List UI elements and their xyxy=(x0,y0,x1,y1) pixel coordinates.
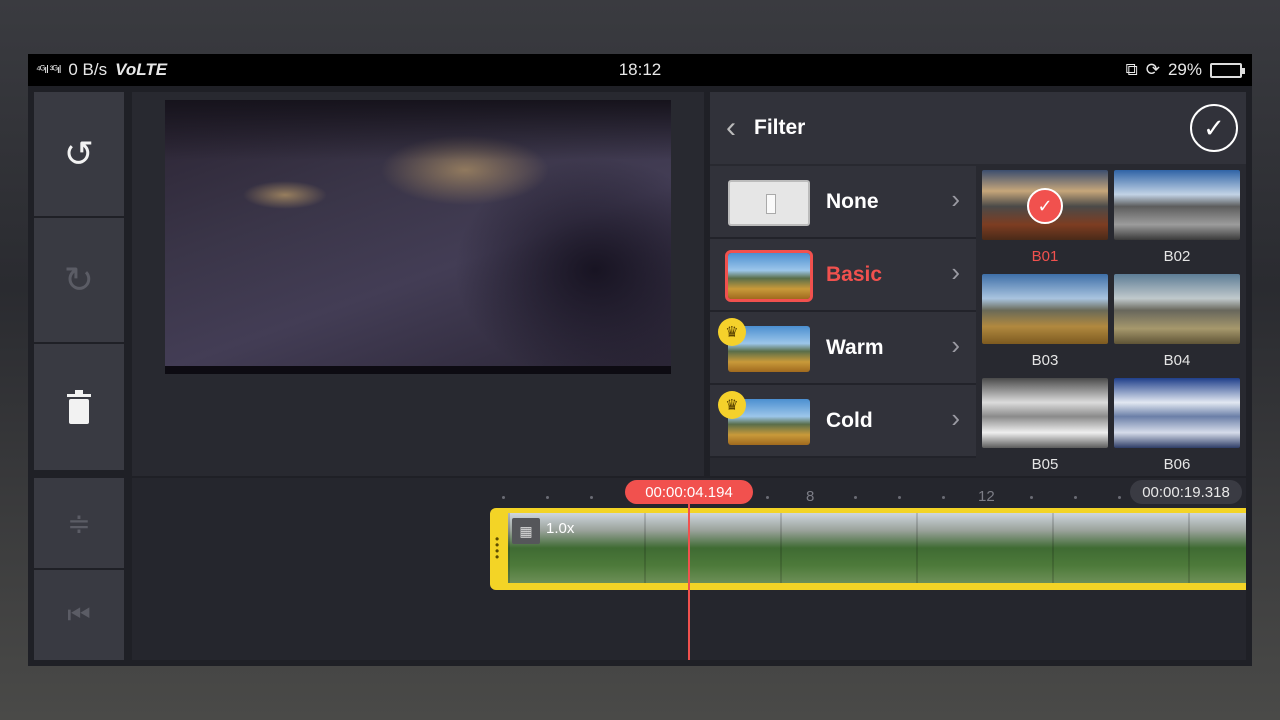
timeline-dot xyxy=(898,496,901,499)
video-clip[interactable]: • • • • ▦ 1.0x xyxy=(490,508,1246,590)
clip-thumbnails xyxy=(508,513,1246,583)
timeline-tick: 12 xyxy=(978,488,995,505)
timeline[interactable]: 8 12 00:00:04.194 00:00:19.318 • • • • ▦ 1.… xyxy=(132,478,1246,660)
timeline-dot xyxy=(590,496,593,499)
redo-icon: ↻ xyxy=(63,259,95,300)
filter-preset-b01[interactable]: ✓ B01 xyxy=(982,170,1108,274)
filter-preset-grid: ✓ B01 B02 B03 B04 B05 B06 xyxy=(982,170,1244,470)
timeline-tick: 8 xyxy=(806,488,815,505)
preset-label: B02 xyxy=(1163,248,1191,265)
category-label: Cold xyxy=(826,409,873,432)
timeline-dot xyxy=(502,496,505,499)
preset-label: B01 xyxy=(1031,248,1059,265)
total-duration-badge: 00:00:19.318 xyxy=(1130,480,1242,504)
playhead[interactable] xyxy=(688,504,690,660)
category-label: Basic xyxy=(826,263,883,286)
battery-icon xyxy=(1210,62,1245,78)
timeline-dot xyxy=(766,496,769,499)
undo-icon: ↺ xyxy=(63,133,95,174)
back-chevron-icon[interactable]: ‹ xyxy=(726,111,736,145)
filter-preset-b06[interactable]: B06 xyxy=(1114,378,1240,470)
check-icon: ✓ xyxy=(1203,112,1225,143)
clock: 18:12 xyxy=(618,60,662,79)
filter-category-cold[interactable]: ♛ Cold › xyxy=(710,385,976,458)
timeline-dot xyxy=(942,496,945,499)
filter-category-warm[interactable]: ♛ Warm › xyxy=(710,312,976,385)
timeline-dot xyxy=(1118,496,1121,499)
preset-label: B05 xyxy=(1031,456,1059,470)
category-label: None xyxy=(826,190,879,213)
timeline-dot xyxy=(546,496,549,499)
filter-category-basic[interactable]: Basic › xyxy=(710,239,976,312)
preset-thumbnail xyxy=(982,274,1108,344)
timeline-dot xyxy=(854,496,857,499)
filter-preset-b05[interactable]: B05 xyxy=(982,378,1108,470)
confirm-button[interactable]: ✓ xyxy=(1190,104,1238,152)
crown-icon: ♛ xyxy=(718,318,746,346)
rotation-lock-icon: ⟳ xyxy=(1145,60,1160,79)
undo-button[interactable]: ↺ xyxy=(34,92,124,216)
chevron-right-icon: › xyxy=(951,184,960,214)
preset-thumbnail xyxy=(1114,378,1240,448)
filter-preset-b03[interactable]: B03 xyxy=(982,274,1108,378)
app-frame: ⁴ᴳıl ³ᴳıl 0 B/s VoLTE 18:12 ⧉ ⟳ 29% ↺ ↻ … xyxy=(28,54,1252,666)
filter-preset-b02[interactable]: B02 xyxy=(1114,170,1240,274)
preset-label: B04 xyxy=(1163,352,1191,369)
preview-area xyxy=(132,92,704,476)
film-icon: ▦ xyxy=(512,518,540,544)
category-label: Warm xyxy=(826,336,884,359)
cast-icon: ⧉ xyxy=(1125,60,1138,79)
chevron-right-icon: › xyxy=(951,330,960,360)
none-thumbnail xyxy=(728,180,810,226)
preset-thumbnail xyxy=(1114,274,1240,344)
timeline-dot xyxy=(1074,496,1077,499)
crown-icon: ♛ xyxy=(718,391,746,419)
skip-to-start-icon: ⏮ xyxy=(67,599,91,629)
filter-category-none[interactable]: None › xyxy=(710,166,976,239)
redo-button[interactable]: ↻ xyxy=(34,218,124,342)
timeline-dot xyxy=(1030,496,1033,499)
split-button[interactable]: ≑ xyxy=(34,478,124,568)
filter-panel: ‹ Filter ✓ None › Basic › ♛ Warm › ♛ Col… xyxy=(710,92,1246,476)
clip-speed: 1.0x xyxy=(546,520,575,537)
preset-label: B03 xyxy=(1031,352,1059,369)
preset-thumbnail xyxy=(982,378,1108,448)
basic-thumbnail xyxy=(725,250,813,302)
go-to-start-button[interactable]: ⏮ xyxy=(34,570,124,660)
clip-trim-handle[interactable]: • • • • xyxy=(495,533,499,563)
trash-icon xyxy=(67,390,91,424)
filter-preset-b04[interactable]: B04 xyxy=(1114,274,1240,378)
preset-thumbnail xyxy=(1114,170,1240,240)
video-preview[interactable] xyxy=(165,100,671,374)
delete-button[interactable] xyxy=(34,344,124,470)
filter-category-list: None › Basic › ♛ Warm › ♛ Cold › xyxy=(710,166,976,476)
chevron-right-icon: › xyxy=(951,403,960,433)
filter-title: Filter xyxy=(754,116,806,139)
selected-check-icon: ✓ xyxy=(1027,188,1063,224)
filter-header: ‹ Filter ✓ xyxy=(710,92,1246,164)
split-icon: ≑ xyxy=(67,507,91,539)
status-bar: ⁴ᴳıl ³ᴳıl 0 B/s VoLTE 18:12 ⧉ ⟳ 29% xyxy=(28,54,1252,86)
video-frame xyxy=(165,100,671,366)
battery-percent: 29% xyxy=(1167,60,1202,79)
chevron-right-icon: › xyxy=(951,257,960,287)
current-time-badge: 00:00:04.194 xyxy=(625,480,753,504)
preset-label: B06 xyxy=(1163,456,1191,470)
